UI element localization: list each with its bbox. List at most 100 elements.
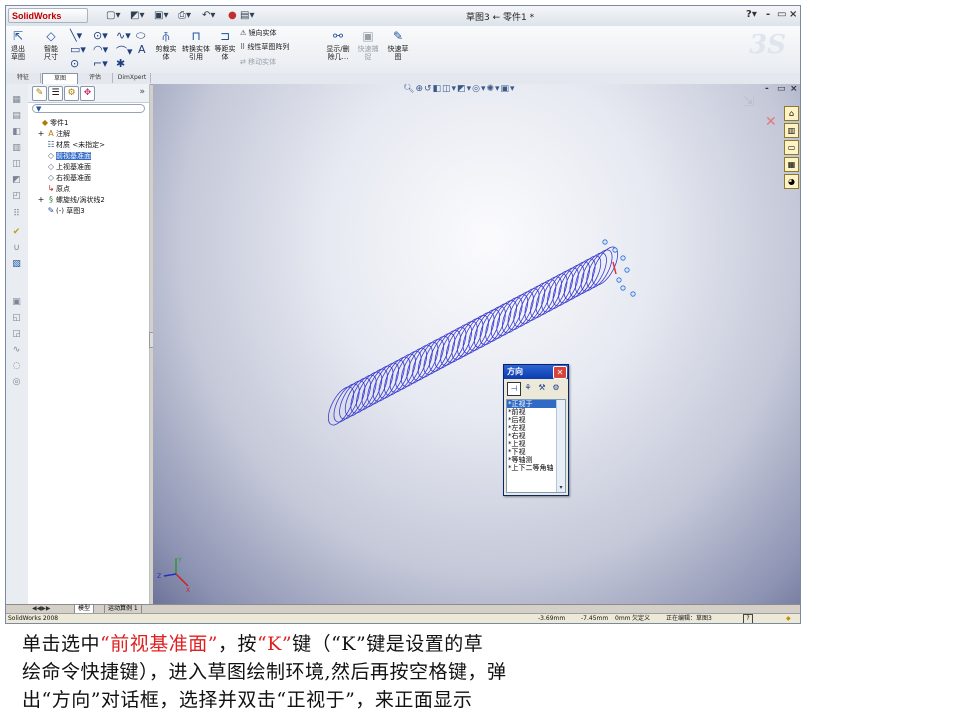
update-view-icon[interactable]: ⚒ (536, 382, 548, 394)
centerline-icon[interactable]: ⌐▾ (93, 57, 108, 70)
restore-button[interactable]: ▭ (777, 9, 786, 20)
polygon-icon[interactable]: ⊙ (70, 57, 79, 70)
orientation-item[interactable]: *下视 (507, 448, 557, 456)
tool-icon[interactable]: ✔ (10, 226, 23, 238)
configuration-manager-tab-icon[interactable]: ⚙ (64, 86, 79, 101)
tool-icon[interactable]: ◫ (10, 158, 23, 170)
orientation-item[interactable]: *上下二等角轴 (507, 464, 557, 472)
sketch-point-handle[interactable] (630, 291, 636, 297)
orientation-item[interactable]: *等轴测 (507, 456, 557, 464)
text-icon[interactable]: A (138, 43, 146, 56)
move-entities-button[interactable]: ⇄ 移动实体 (240, 57, 276, 67)
pin-icon[interactable]: ⊣ (507, 382, 521, 396)
orientation-item[interactable]: *左视 (507, 424, 557, 432)
tool-icon[interactable]: ◎ (10, 376, 23, 388)
tab-features[interactable]: 特征 (6, 73, 41, 83)
orientation-item[interactable]: *正视于 (507, 400, 557, 408)
rebuild-icon[interactable]: ● (228, 10, 237, 22)
sketch-point-handle[interactable] (612, 247, 618, 253)
sketch-point-handle[interactable] (602, 239, 608, 245)
open-file-icon[interactable]: ◩▾ (130, 10, 144, 22)
sketch-point-handle[interactable] (616, 277, 622, 283)
tab-scroll-icon[interactable]: ◀◀▶▶ (32, 605, 50, 613)
orientation-item[interactable]: *右视 (507, 432, 557, 440)
tool-icon[interactable]: ◲ (10, 328, 23, 340)
tool-icon[interactable]: ▥ (10, 142, 23, 154)
helix-sketch[interactable] (153, 84, 800, 604)
tool-icon[interactable]: ▧ (10, 258, 23, 270)
undo-icon[interactable]: ↶▾ (202, 10, 215, 22)
tree-item[interactable]: ◇ 上视基准面 (36, 162, 91, 172)
graphics-area[interactable]: 🔍︎⊕↺◧◫▾◩▾◎▾✺▾▣▾ - ▭ × ⇲ ✕ ⌂ ▥ ▭ ▦ ◕ 方向 ✕… (153, 84, 800, 604)
expand-icon[interactable]: + (36, 195, 46, 205)
tool-icon[interactable]: ▤ (10, 110, 23, 122)
display-delete-relations-button[interactable]: ⚯ 显示/删除几… (324, 29, 352, 61)
arc-icon[interactable]: ◠▾ (93, 43, 108, 56)
help-icon[interactable]: ? (743, 614, 753, 623)
orientation-list-scrollbar[interactable]: ▾ (556, 400, 565, 492)
save-icon[interactable]: ▣▾ (154, 10, 168, 22)
spline-icon[interactable]: ∿▾ (116, 29, 131, 42)
feature-manager-tab-icon[interactable]: ✎ (32, 86, 47, 101)
help-button[interactable]: ?▾ (746, 9, 757, 20)
orientation-list[interactable]: *正视于 *前视 *后视 *左视 *右视 *上视 *下视 *等轴测 *上下二等角轴 ▾ (506, 399, 566, 493)
tool-icon[interactable]: ◩ (10, 174, 23, 186)
linear-pattern-button[interactable]: ⠿ 线性草图阵列 (240, 42, 289, 52)
tree-item[interactable]: ↳ 原点 (36, 184, 70, 194)
tool-icon[interactable]: ⠿ (10, 208, 23, 220)
exit-sketch-button[interactable]: ⇱ 退出草图 (9, 29, 27, 61)
print-icon[interactable]: ⎙▾ (178, 10, 191, 22)
tab-sketch[interactable]: 草图 (42, 73, 78, 84)
tool-icon[interactable]: ▦ (10, 94, 23, 106)
solidworks-logo[interactable]: SolidWorks (8, 8, 88, 23)
sketch-point-handle[interactable] (620, 255, 626, 261)
tool-icon[interactable]: ▣ (10, 296, 23, 308)
sketch-point-handle[interactable] (620, 285, 626, 291)
tool-icon[interactable]: ◱ (10, 312, 23, 324)
orientation-item[interactable]: *前视 (507, 408, 557, 416)
line-icon[interactable]: ╲▾ (70, 29, 82, 42)
rectangle-icon[interactable]: ▭▾ (70, 43, 86, 56)
tree-item[interactable]: ◇ 前视基准面 (36, 151, 91, 161)
close-button[interactable]: × (789, 9, 797, 20)
tab-dimxpert[interactable]: DimXpert (114, 73, 151, 83)
quick-snaps-button[interactable]: ▣ 快速捕捉 (356, 29, 380, 61)
tool-icon[interactable]: ◌ (10, 360, 23, 372)
orientation-item[interactable]: *后视 (507, 416, 557, 424)
smart-dimension-button[interactable]: ◇ 智能尺寸 (41, 29, 61, 61)
tree-item[interactable]: ☷材质 <未指定> (36, 140, 105, 150)
point-icon[interactable]: ✱ (116, 57, 125, 70)
mirror-entities-button[interactable]: ⚠ 镜向实体 (240, 28, 277, 38)
tree-item[interactable]: + § 螺旋线/涡状线2 (36, 195, 105, 205)
tool-icon[interactable]: ◰ (10, 190, 23, 202)
sketch-point-handle[interactable] (624, 267, 630, 273)
tree-item[interactable]: ◆ 零件1 (30, 118, 69, 128)
new-file-icon[interactable]: ▢▾ (106, 10, 120, 22)
ellipse-icon[interactable]: ⬭ (136, 29, 145, 43)
trim-entities-button[interactable]: ⫚ 剪裁实体 (154, 29, 178, 61)
close-icon[interactable]: ✕ (553, 366, 567, 379)
tree-item[interactable]: + A 注解 (36, 129, 70, 139)
expand-panel-icon[interactable]: » (139, 87, 145, 97)
minimize-button[interactable]: - (766, 9, 770, 20)
options-icon[interactable]: ▤▾ (240, 10, 254, 22)
dimxpert-manager-tab-icon[interactable]: ✥ (80, 86, 95, 101)
new-view-icon[interactable]: ⚘ (522, 382, 534, 394)
tool-icon[interactable]: ∿ (10, 344, 23, 356)
tree-item[interactable]: ✎ (-) 草图3 (36, 206, 85, 216)
orientation-item[interactable]: *上视 (507, 440, 557, 448)
scroll-down-icon[interactable]: ▾ (557, 484, 565, 492)
rebuild-status-icon[interactable]: ◆ (786, 614, 791, 623)
offset-entities-button[interactable]: ⊐ 等距实体 (213, 29, 237, 61)
circle-icon[interactable]: ⊙▾ (93, 29, 108, 42)
convert-entities-button[interactable]: ⊓ 转换实体引用 (182, 29, 210, 61)
tree-item[interactable]: ◇ 右视基准面 (36, 173, 91, 183)
rapid-sketch-button[interactable]: ✎ 快速草图 (386, 29, 410, 61)
tool-icon[interactable]: ◧ (10, 126, 23, 138)
tool-icon[interactable]: ∪ (10, 242, 23, 254)
expand-icon[interactable]: + (36, 129, 46, 139)
reset-views-icon[interactable]: ⚙ (550, 382, 562, 394)
property-manager-tab-icon[interactable]: ☰ (48, 86, 63, 101)
tree-filter-input[interactable]: ▼ (32, 104, 145, 113)
tab-evaluate[interactable]: 评估 (78, 73, 113, 83)
